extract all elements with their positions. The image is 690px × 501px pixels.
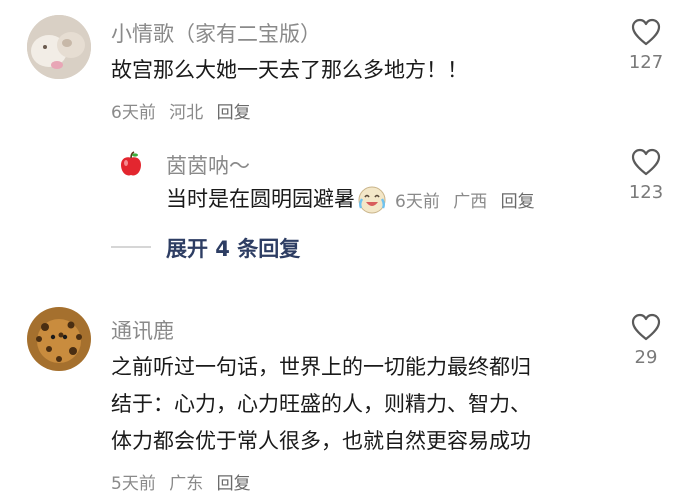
heart-icon: [631, 148, 661, 176]
reply-button[interactable]: 回复: [217, 474, 251, 494]
like-button-2[interactable]: 29: [616, 313, 676, 368]
like-button-1[interactable]: 127: [616, 18, 676, 73]
reply-time: 6天前: [395, 192, 440, 212]
comment-time: 6天前: [111, 103, 156, 123]
username-replier[interactable]: 茵茵呐～: [166, 150, 250, 180]
comment-text-2-line-2: 结于：心力，心力旺盛的人，则精力、智力、: [111, 392, 531, 416]
avatar-commenter-2[interactable]: [27, 307, 91, 371]
like-count: 29: [634, 347, 658, 368]
reply-text: 当时是在圆明园避暑: [166, 187, 355, 211]
comment-text-2-line-3: 体力都会优于常人很多，也就自然更容易成功: [111, 429, 531, 453]
comment-location: 河北: [169, 103, 204, 123]
cat-avatar-icon: [27, 15, 91, 79]
like-button-reply[interactable]: 123: [616, 148, 676, 203]
crying-laughing-emoji: [357, 185, 387, 215]
comment-meta-2: 5天前 广东 回复: [111, 469, 259, 494]
heart-icon: [631, 313, 661, 341]
heart-icon: [631, 18, 661, 46]
reply-body: 当时是在圆明园避暑 6天前 广西 回复: [166, 182, 543, 217]
leopard-avatar-icon: [27, 307, 91, 371]
avatar-replier[interactable]: [116, 150, 146, 180]
like-count: 127: [628, 52, 664, 73]
username-commenter-1[interactable]: 小情歌（家有二宝版）: [111, 18, 321, 48]
expand-divider: [111, 246, 151, 248]
username-commenter-2[interactable]: 通讯鹿: [111, 315, 174, 345]
comment-text-2-line-1: 之前听过一句话，世界上的一切能力最终都归: [111, 355, 531, 379]
reply-meta: 6天前 广西 回复: [395, 187, 543, 212]
avatar-commenter-1[interactable]: [27, 15, 91, 79]
like-count: 123: [628, 182, 664, 203]
expand-replies-button[interactable]: 展开 4 条回复: [166, 233, 300, 263]
reply-location: 广西: [453, 192, 488, 212]
comment-meta-1: 6天前 河北 回复: [111, 98, 259, 123]
reply-button[interactable]: 回复: [501, 192, 535, 212]
reply-button[interactable]: 回复: [217, 103, 251, 123]
comment-text-1: 故宫那么大她一天去了那么多地方！！: [111, 58, 468, 82]
comment-location: 广东: [169, 474, 204, 494]
apple-avatar-icon: [116, 150, 146, 180]
comment-time: 5天前: [111, 474, 156, 494]
